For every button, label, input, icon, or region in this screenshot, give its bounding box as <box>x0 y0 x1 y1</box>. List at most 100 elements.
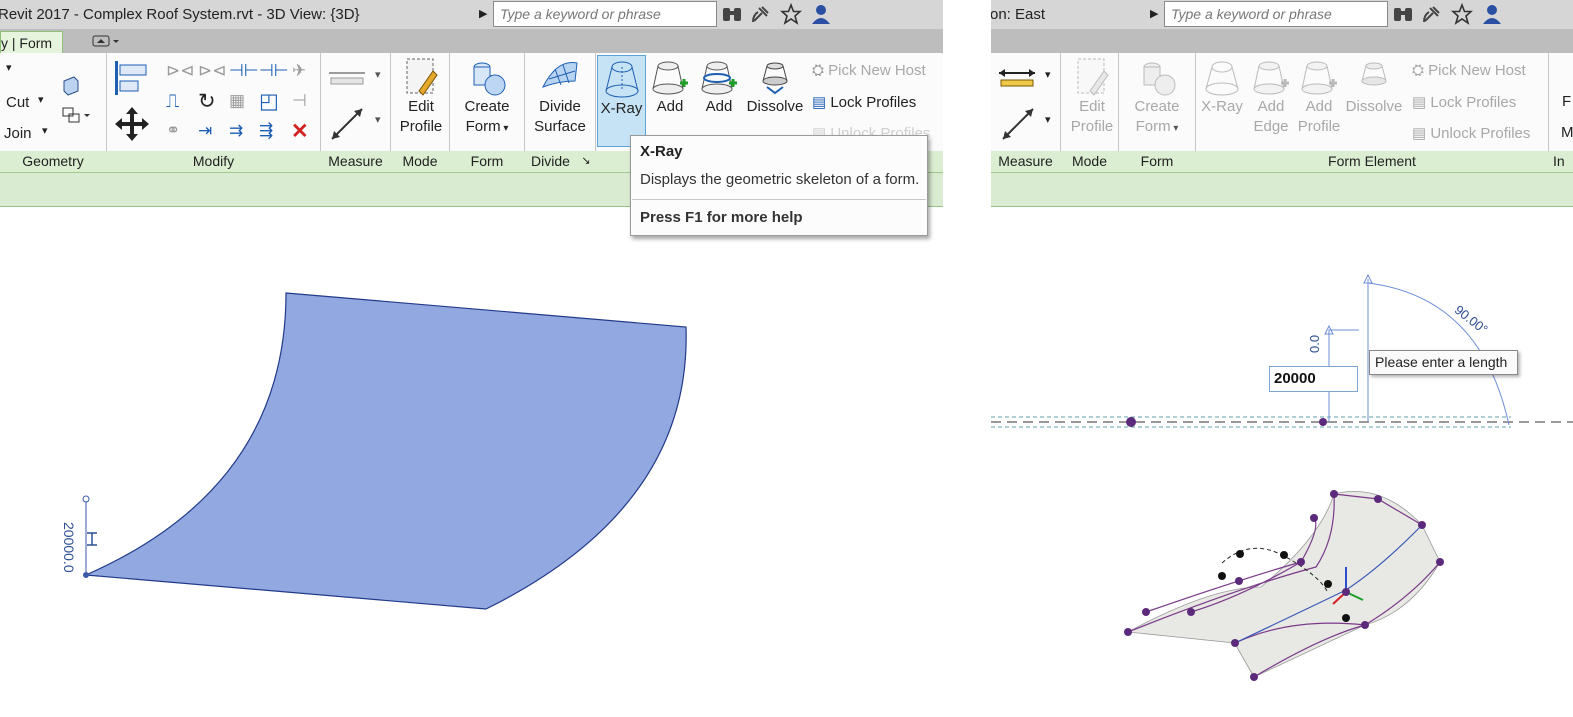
satellite-icon[interactable] <box>750 3 772 25</box>
scale-icon[interactable]: ◰ <box>259 89 279 114</box>
dissolve-button[interactable]: Dissolve <box>745 57 805 117</box>
dissolve-label: Dissolve <box>746 98 804 115</box>
add-profile-button[interactable]: Add Profile <box>1294 57 1344 137</box>
unlock-profiles-button[interactable]: ▤ Unlock Profiles <box>1412 124 1530 142</box>
add-edge-icon <box>1253 61 1289 95</box>
mirror-pick-axis-icon[interactable]: ⊳⊲ <box>166 61 195 81</box>
pin-icon[interactable]: ⊣ <box>292 91 307 111</box>
left-window: Revit 2017 - Complex Roof System.rvt - 3… <box>0 0 943 717</box>
profile-point[interactable] <box>1319 418 1327 426</box>
delete-icon[interactable]: ✕ <box>291 119 309 144</box>
move-icon[interactable] <box>113 105 151 143</box>
cut-off-button-label-2[interactable]: M <box>1561 124 1573 141</box>
paste-dropdown-arrow-icon[interactable]: ▾ <box>6 61 12 74</box>
aligned-dimension-icon[interactable] <box>327 63 367 89</box>
pick-new-host-icon: ⛭ <box>1412 62 1429 79</box>
create-form-button[interactable]: Create Form ▾ <box>457 57 517 139</box>
profile-point[interactable] <box>1126 417 1136 427</box>
dimension-endpoint[interactable] <box>83 572 89 578</box>
elevation-view-canvas[interactable]: 90.00° 0.0 <box>991 207 1573 717</box>
add-edge-button[interactable]: Add Edge <box>1250 57 1292 137</box>
split-face-icon[interactable] <box>60 105 92 127</box>
options-bar <box>991 173 1573 207</box>
wall-join-icon[interactable] <box>60 75 82 97</box>
dimension-dropdown-arrow-icon[interactable]: ▾ <box>375 68 381 81</box>
form-surface-view <box>82 292 687 610</box>
temporary-length-input[interactable]: 20000 <box>1269 366 1358 392</box>
user-icon[interactable] <box>1481 3 1503 25</box>
add-edge-button[interactable]: Add <box>650 57 690 138</box>
title-expand-arrow-icon[interactable]: ▶ <box>479 7 487 20</box>
star-icon[interactable] <box>780 3 802 25</box>
satellite-icon[interactable] <box>1421 3 1443 25</box>
measure-between-references-icon[interactable] <box>999 105 1037 143</box>
unpin-icon[interactable]: ✈ <box>292 61 306 81</box>
pick-new-host-button[interactable]: ⛭ Pick New Host <box>1412 62 1526 79</box>
measure-dropdown-arrow-icon[interactable]: ▾ <box>375 113 381 126</box>
lock-profiles-button[interactable]: ▤ Lock Profiles <box>1412 93 1516 111</box>
ribbon-minimize-icon[interactable] <box>92 35 122 47</box>
measure-dropdown-arrow-icon[interactable]: ▾ <box>1045 113 1051 126</box>
align-icon[interactable] <box>113 59 151 97</box>
tooltip-description: Displays the geometric skeleton of a for… <box>640 171 920 188</box>
title-expand-arrow-icon[interactable]: ▶ <box>1150 7 1158 20</box>
trim-extend-multiple-icon[interactable]: ⇶ <box>259 121 273 141</box>
tooltip-divider <box>632 199 926 200</box>
lock-profiles-label: Lock Profiles <box>1430 94 1517 111</box>
xray-button[interactable]: X-Ray <box>1198 57 1246 117</box>
join-dropdown-arrow-icon[interactable]: ▾ <box>42 124 48 137</box>
dimension-endpoint[interactable] <box>82 495 90 503</box>
binoculars-icon[interactable] <box>1392 3 1414 25</box>
split-element-icon[interactable]: ⊣⊢ <box>229 61 259 81</box>
pick-new-host-button[interactable]: ⛭ Pick New Host <box>812 62 926 79</box>
dimension-dropdown-arrow-icon[interactable]: ▾ <box>1045 68 1051 81</box>
dissolve-button[interactable]: Dissolve <box>1344 57 1404 117</box>
edit-profile-button[interactable]: Edit Profile <box>1067 57 1117 137</box>
binoculars-icon[interactable] <box>721 3 743 25</box>
add-profile-button[interactable]: Add <box>697 57 741 138</box>
edit-profile-button[interactable]: Edit Profile <box>396 57 446 137</box>
3d-view-canvas[interactable]: 20000.0 <box>0 207 943 717</box>
cut-off-button-label[interactable]: F <box>1562 93 1571 110</box>
array-icon[interactable]: ▦ <box>229 91 245 111</box>
xray-button[interactable]: X-Ray <box>597 55 646 147</box>
join-button[interactable]: Join <box>4 125 32 142</box>
create-form-button[interactable]: Create Form ▾ <box>1126 57 1188 139</box>
ribbon-tab-row: y | Form <box>0 29 943 54</box>
roof-surface[interactable] <box>85 292 687 610</box>
divide-surface-button[interactable]: Divide Surface <box>529 57 591 137</box>
edit-profile-line1: Edit <box>408 98 434 115</box>
tooltip-title: X-Ray <box>640 143 683 160</box>
split-with-gap-icon[interactable]: ⊣⊢ <box>259 61 289 81</box>
dissolve-icon <box>1361 62 1387 86</box>
star-icon[interactable] <box>1451 3 1473 25</box>
trim-extend-single-icon[interactable]: ⇉ <box>229 121 243 141</box>
add-edge-label: Add <box>656 98 684 115</box>
copy-icon[interactable]: ⚭ <box>166 121 180 141</box>
aligned-dimension-icon[interactable] <box>997 65 1037 91</box>
dimension-grip-icon[interactable] <box>87 532 97 546</box>
dimension-label[interactable]: 20000.0 <box>57 522 77 573</box>
add-edge-line1: Add <box>1257 98 1285 115</box>
xray-tooltip: X-Ray Displays the geometric skeleton of… <box>630 135 928 236</box>
search-input[interactable]: Type a keyword or phrase <box>1164 1 1388 27</box>
complex-roof-form[interactable] <box>1124 490 1444 681</box>
add-profile-icon <box>701 61 737 95</box>
xray-label: X-Ray <box>600 100 643 117</box>
divide-dialog-launcher-icon[interactable]: ↘ <box>580 151 592 172</box>
cut-button[interactable]: Cut <box>6 94 29 111</box>
tab-modify-form[interactable]: y | Form <box>0 31 64 53</box>
user-icon[interactable] <box>810 3 832 25</box>
rotate-icon[interactable]: ↻ <box>198 89 216 114</box>
pick-new-host-icon: ⛭ <box>812 62 829 79</box>
lock-profiles-button[interactable]: ▤ Lock Profiles <box>812 93 916 111</box>
trim-extend-corner-icon[interactable]: ⇥ <box>198 121 212 141</box>
length-input-tooltip: Please enter a length <box>1369 350 1518 375</box>
pick-new-host-label: Pick New Host <box>828 62 926 79</box>
search-input[interactable]: Type a keyword or phrase <box>493 1 717 27</box>
cut-dropdown-arrow-icon[interactable]: ▾ <box>38 93 44 106</box>
offset-icon[interactable]: ⎍ <box>166 91 179 113</box>
mirror-draw-axis-icon[interactable]: ⊳⊲ <box>198 61 227 81</box>
measure-between-references-icon[interactable] <box>328 105 366 143</box>
add-profile-line2: Profile <box>1297 118 1341 135</box>
